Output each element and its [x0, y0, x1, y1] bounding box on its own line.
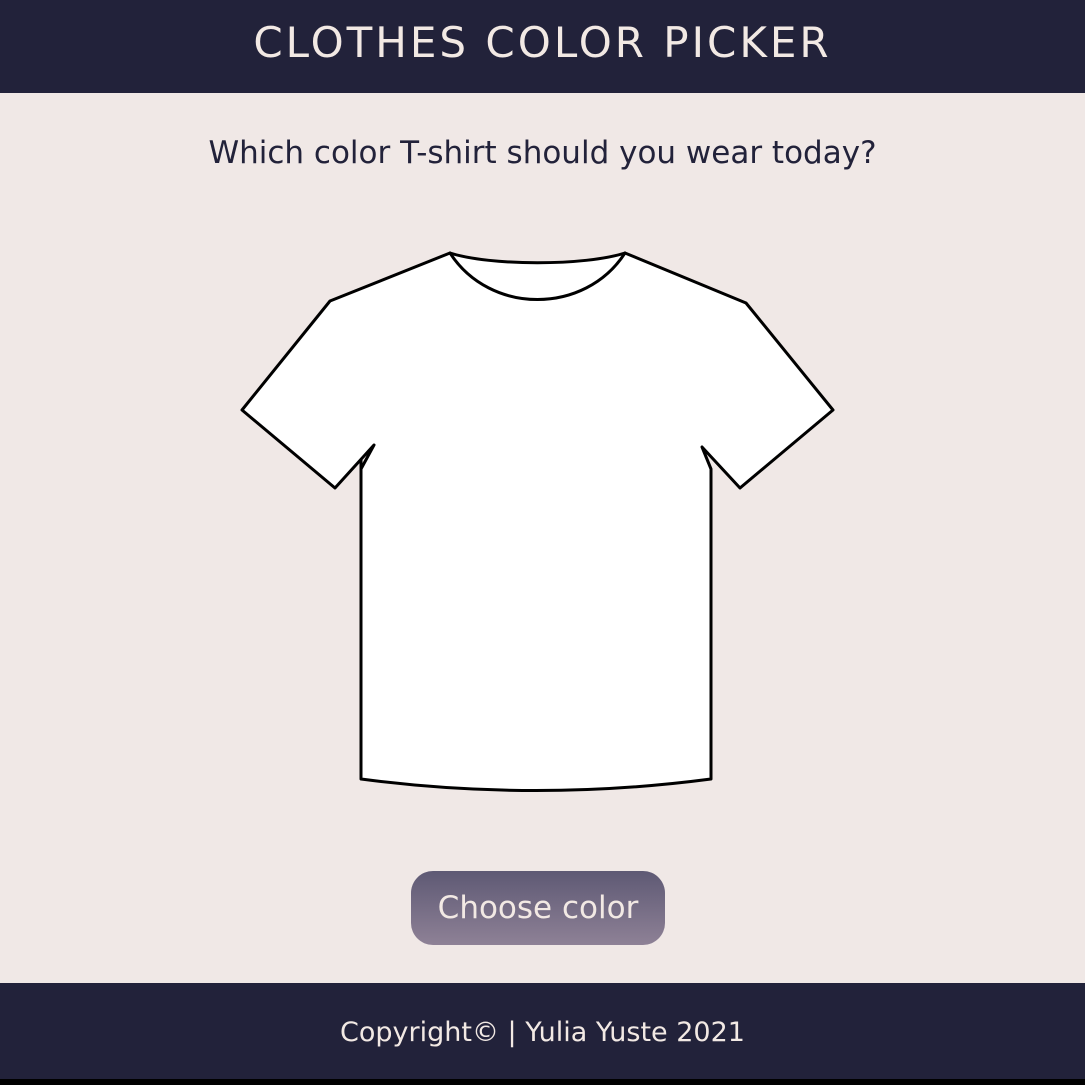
bottom-divider [0, 1079, 1085, 1085]
tshirt-container [240, 250, 836, 795]
page-header: CLOTHES COLOR PICKER [0, 0, 1085, 93]
page-title: CLOTHES COLOR PICKER [253, 18, 832, 67]
copyright-text: Copyright© | Yulia Yuste 2021 [340, 1016, 745, 1048]
tshirt-icon [240, 251, 835, 792]
question-text: Which color T-shirt should you wear toda… [208, 135, 877, 171]
choose-color-button[interactable]: Choose color [411, 871, 665, 945]
page-footer: Copyright© | Yulia Yuste 2021 [0, 983, 1085, 1079]
tshirt-body [240, 251, 835, 792]
